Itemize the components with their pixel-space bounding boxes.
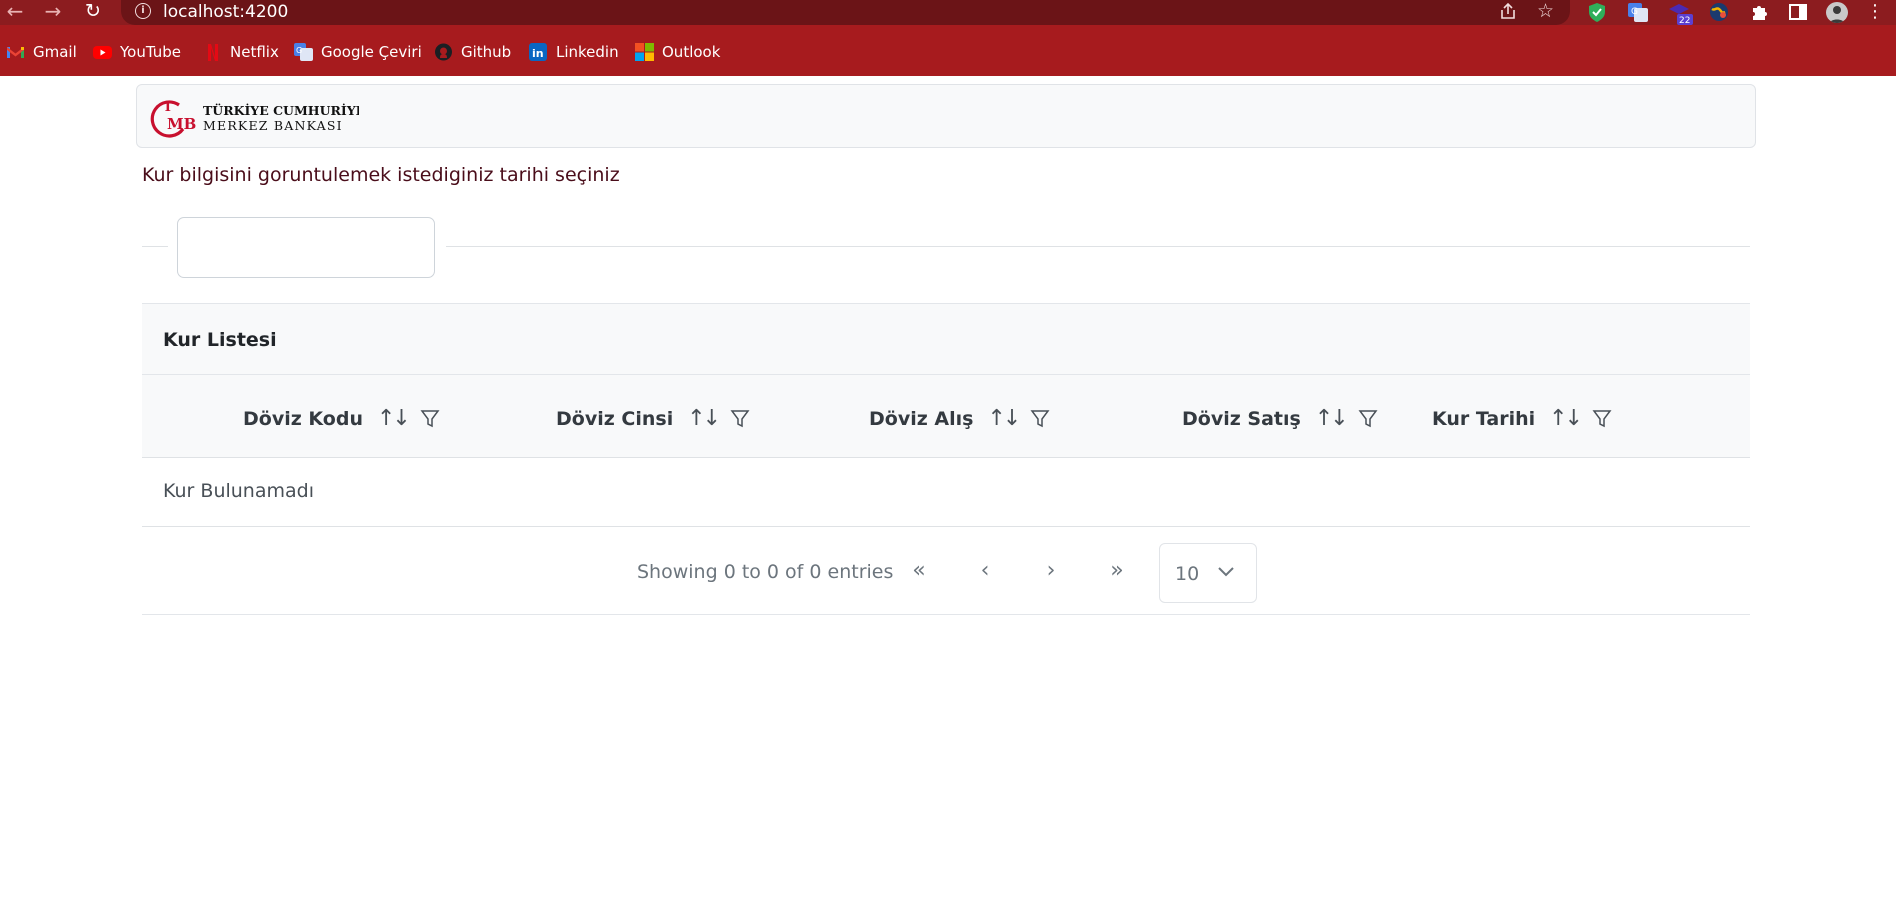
exchange-rate-card: Kur Listesi Döviz Kodu ↑↓ Döviz Cinsi ↑↓… — [142, 303, 1750, 615]
filter-icon[interactable] — [730, 409, 750, 429]
column-doviz-cinsi[interactable]: Döviz Cinsi ↑↓ — [556, 406, 750, 431]
date-prompt: Kur bilgisini goruntulemek istediginiz t… — [142, 164, 620, 186]
address-url[interactable]: localhost:4200 — [163, 2, 288, 22]
forward-arrow-icon[interactable]: → — [40, 0, 66, 25]
first-page-button[interactable]: « — [901, 557, 937, 587]
column-label: Döviz Satış — [1182, 407, 1301, 430]
browser-menu-icon[interactable]: ⋮ — [1866, 2, 1884, 23]
column-doviz-kodu[interactable]: Döviz Kodu ↑↓ — [243, 406, 440, 431]
bookmark-youtube[interactable]: YouTube — [93, 42, 181, 62]
column-doviz-satis[interactable]: Döviz Satış ↑↓ — [1182, 406, 1378, 431]
youtube-icon — [93, 43, 112, 61]
paginator: Showing 0 to 0 of 0 entries « ‹ › » 10 — [142, 527, 1750, 615]
bookmark-gmail[interactable]: Gmail — [6, 42, 77, 62]
sort-icon[interactable]: ↑↓ — [1315, 406, 1349, 431]
share-icon[interactable] — [1498, 1, 1518, 26]
globe-extension-icon[interactable] — [1708, 2, 1730, 23]
svg-text:MB: MB — [167, 115, 196, 133]
sort-icon[interactable]: ↑↓ — [1549, 406, 1583, 431]
filter-icon[interactable] — [420, 409, 440, 429]
bookmark-google-translate[interactable]: G Google Çeviri — [294, 42, 422, 62]
sort-icon[interactable]: ↑↓ — [687, 406, 721, 431]
brand-line2: MERKEZ BANKASI — [203, 118, 343, 133]
next-page-button[interactable]: › — [1033, 557, 1069, 587]
bookmark-netflix[interactable]: Netflix — [203, 42, 279, 62]
date-input[interactable] — [177, 217, 435, 278]
bookmark-label: Netflix — [230, 43, 279, 61]
column-kur-tarihi[interactable]: Kur Tarihi ↑↓ — [1432, 406, 1612, 431]
svg-text:G: G — [296, 46, 302, 55]
github-icon — [434, 43, 453, 61]
divider-left — [142, 246, 168, 247]
bookmark-label: Linkedin — [556, 43, 619, 61]
shield-extension-icon[interactable] — [1586, 2, 1608, 23]
paginator-info: Showing 0 to 0 of 0 entries — [637, 561, 894, 583]
tcmb-logo[interactable]: T MB TÜRKİYE CUMHURİYET MERKEZ BANKASI — [149, 95, 375, 139]
bookmark-label: YouTube — [120, 43, 181, 61]
google-translate-icon: G — [294, 43, 313, 61]
rows-per-page-dropdown[interactable]: 10 — [1159, 543, 1257, 603]
bookmark-label: Github — [461, 43, 512, 61]
bookmark-github[interactable]: Github — [434, 42, 511, 62]
chevron-down-icon — [1215, 560, 1237, 582]
card-header: Kur Listesi — [142, 303, 1750, 375]
empty-message: Kur Bulunamadı — [163, 480, 314, 502]
svg-text:G: G — [1631, 7, 1638, 17]
column-label: Kur Tarihi — [1432, 407, 1536, 430]
bookmark-outlook[interactable]: Outlook — [635, 42, 720, 62]
linkedin-icon: in — [529, 43, 548, 61]
reload-icon[interactable]: ↻ — [80, 0, 106, 25]
bookmark-label: Outlook — [662, 43, 721, 61]
translate-extension-icon[interactable]: G — [1627, 2, 1649, 23]
extensions-puzzle-icon[interactable] — [1748, 2, 1770, 23]
profile-avatar[interactable] — [1826, 2, 1848, 23]
brand-line1: TÜRKİYE CUMHURİYET — [203, 102, 359, 118]
column-label: Döviz Alış — [869, 407, 974, 430]
site-info-icon[interactable]: i — [135, 3, 151, 19]
column-doviz-alis[interactable]: Döviz Alış ↑↓ — [869, 406, 1050, 431]
outlook-icon — [635, 43, 654, 61]
column-label: Döviz Kodu — [243, 407, 363, 430]
gmail-icon — [6, 43, 25, 61]
divider-right — [446, 246, 1750, 247]
table-title: Kur Listesi — [163, 329, 277, 351]
filter-icon[interactable] — [1030, 409, 1050, 429]
column-label: Döviz Cinsi — [556, 407, 674, 430]
back-arrow-icon[interactable]: ← — [2, 0, 28, 25]
last-page-button[interactable]: » — [1099, 557, 1135, 587]
bookmarks-bar: Gmail YouTube Netflix G Google Çeviri Gi… — [0, 25, 1896, 76]
bookmark-label: Gmail — [33, 43, 77, 61]
address-bar[interactable]: i localhost:4200 ☆ — [121, 0, 1570, 25]
bookmark-linkedin[interactable]: in Linkedin — [529, 42, 619, 62]
table-header: Döviz Kodu ↑↓ Döviz Cinsi ↑↓ Döviz Alış … — [142, 375, 1750, 458]
rows-per-page-value: 10 — [1175, 563, 1200, 585]
bookmark-star-icon[interactable]: ☆ — [1537, 0, 1554, 22]
netflix-icon — [203, 43, 222, 61]
prev-page-button[interactable]: ‹ — [967, 557, 1003, 587]
sort-icon[interactable]: ↑↓ — [987, 406, 1021, 431]
filter-icon[interactable] — [1358, 409, 1378, 429]
side-panel-icon[interactable] — [1787, 2, 1809, 23]
svg-text:T: T — [163, 100, 173, 115]
graduation-cap-extension-icon[interactable]: 22 — [1667, 2, 1693, 26]
sort-icon[interactable]: ↑↓ — [377, 406, 411, 431]
browser-toolbar: ← → ↻ i localhost:4200 ☆ G 22 ⋮ — [0, 0, 1896, 26]
svg-text:in: in — [532, 47, 544, 60]
bookmark-label: Google Çeviri — [321, 43, 422, 61]
brand-header: T MB TÜRKİYE CUMHURİYET MERKEZ BANKASI — [136, 84, 1756, 148]
filter-icon[interactable] — [1592, 409, 1612, 429]
